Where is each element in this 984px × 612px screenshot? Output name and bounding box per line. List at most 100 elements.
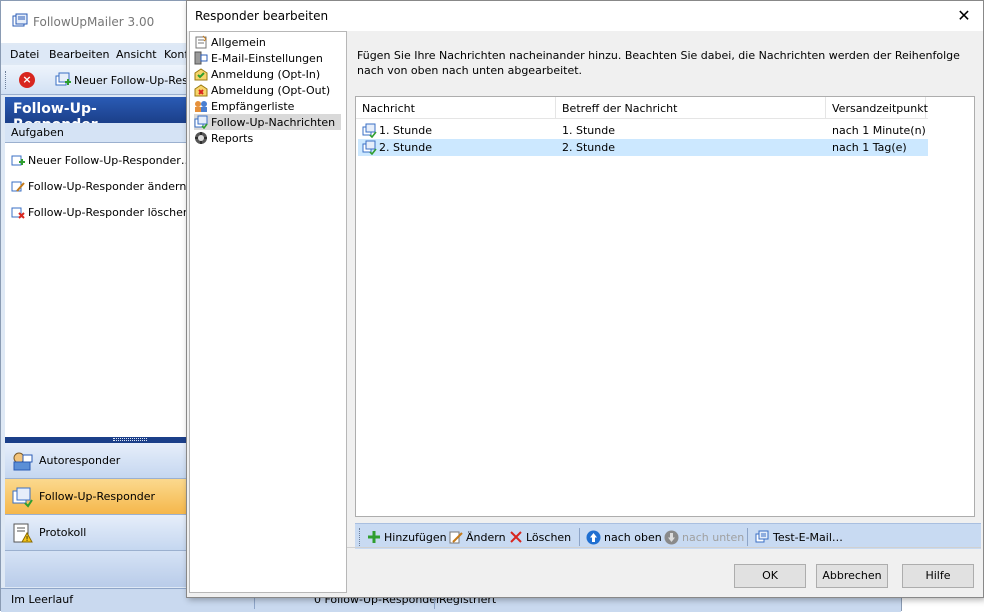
tasks-label: Aufgaben (11, 126, 64, 139)
splitter-grip (113, 438, 147, 441)
dialog-divider (347, 547, 981, 548)
row-time: nach 1 Tag(e) (832, 141, 907, 154)
task-new-label: Neuer Follow-Up-Responder… (28, 153, 192, 167)
cancel-button[interactable]: Abbrechen (816, 564, 888, 588)
tree-item-opt-out[interactable]: Abmeldung (Opt-Out) (194, 82, 336, 98)
plus-icon (368, 531, 380, 543)
row-name: 1. Stunde (379, 124, 432, 137)
nav-follow-up-label: Follow-Up-Responder (39, 490, 156, 503)
task-edit-label: Follow-Up-Responder ändern… (28, 179, 198, 193)
move-up-button[interactable]: nach oben (586, 528, 662, 546)
email-settings-icon (194, 51, 208, 65)
table-row[interactable]: 1. Stunde 1. Stunde nach 1 Minute(n) (358, 122, 928, 139)
tree-item-recipients[interactable]: Empfängerliste (194, 98, 300, 114)
new-responder-button[interactable]: Neuer Follow-Up-Respo (55, 71, 202, 89)
test-email-label: Test-E-Mail… (773, 530, 843, 544)
nav-protokoll[interactable]: ! Protokoll (5, 515, 187, 551)
dialog-title: Responder bearbeiten (195, 9, 329, 23)
protokoll-icon: ! (13, 523, 33, 543)
delete-label: Löschen (526, 530, 572, 544)
toolbar-grip (359, 528, 360, 546)
message-toolbar: Hinzufügen Ändern Löschen nach oben nach… (355, 523, 981, 549)
nav-overflow-area (5, 551, 187, 587)
ok-label: OK (762, 569, 778, 582)
menu-ansicht[interactable]: Ansicht (116, 48, 157, 61)
tree-label: Allgemein (211, 35, 266, 49)
toolbar-grip[interactable] (5, 71, 8, 89)
table-row[interactable]: 2. Stunde 2. Stunde nach 1 Tag(e) (358, 139, 928, 156)
delete-icon (510, 531, 522, 543)
nav-protokoll-label: Protokoll (39, 526, 87, 539)
task-new-responder[interactable]: Neuer Follow-Up-Responder… (11, 153, 192, 167)
dialog-buttons: OK Abbrechen Hilfe (347, 549, 981, 595)
nav-follow-up-responder[interactable]: Follow-Up-Responder (5, 479, 187, 515)
new-responder-icon (55, 72, 71, 86)
edit-message-button[interactable]: Ändern (449, 528, 506, 546)
general-settings-icon (195, 35, 207, 49)
follow-up-messages-icon (194, 115, 208, 129)
row-subject: 1. Stunde (562, 124, 615, 137)
app-icon (12, 13, 28, 27)
nav-autoresponder[interactable]: Autoresponder (5, 443, 187, 479)
settings-tree: Allgemein E-Mail-Einstellungen Anmeldung… (189, 31, 347, 593)
column-header-betreff[interactable]: Betreff der Nachricht (556, 97, 826, 119)
follow-up-responder-icon (12, 487, 33, 508)
menu-bearbeiten[interactable]: Bearbeiten (49, 48, 109, 61)
edit-document-icon (11, 181, 25, 192)
dialog-titlebar: Responder bearbeiten ✕ (187, 1, 983, 31)
test-email-button[interactable]: Test-E-Mail… (755, 528, 843, 546)
arrow-down-icon (664, 530, 679, 544)
message-icon (362, 140, 377, 155)
tree-label: Empfängerliste (211, 99, 295, 113)
edit-label: Ändern (466, 530, 506, 544)
new-document-icon (11, 155, 25, 166)
stop-icon[interactable]: × (19, 72, 35, 88)
test-email-icon (755, 530, 769, 542)
tree-item-reports[interactable]: Reports (194, 130, 259, 146)
nav-autoresponder-label: Autoresponder (39, 454, 121, 467)
ok-button[interactable]: OK (734, 564, 806, 588)
svg-text:!: ! (26, 535, 29, 543)
column-header-nachricht[interactable]: Nachricht (356, 97, 556, 119)
menu-datei[interactable]: Datei (10, 48, 39, 61)
tree-label: Reports (211, 131, 254, 145)
add-message-button[interactable]: Hinzufügen (367, 528, 447, 546)
task-delete-responder[interactable]: Follow-Up-Responder löschen (11, 205, 190, 219)
messages-list[interactable]: Nachricht Betreff der Nachricht Versandz… (355, 96, 975, 517)
task-delete-label: Follow-Up-Responder löschen (28, 205, 190, 219)
delete-message-button[interactable]: Löschen (509, 528, 571, 546)
panel-title: Follow-Up-Responder (5, 97, 186, 133)
autoresponder-icon (13, 452, 33, 470)
tasks-header[interactable]: Aufgaben (5, 123, 186, 143)
reports-icon (195, 132, 207, 144)
arrow-up-icon (586, 530, 601, 544)
content-pane: Fügen Sie Ihre Nachrichten nacheinander … (347, 31, 981, 549)
new-responder-label: Neuer Follow-Up-Respo (74, 73, 202, 87)
opt-out-icon (194, 84, 208, 97)
cancel-label: Abbrechen (822, 569, 882, 582)
tree-item-follow-up-messages[interactable]: Follow-Up-Nachrichten (194, 114, 342, 130)
menu-konfiguration[interactable]: Konf (164, 48, 188, 61)
tree-item-allgemein[interactable]: Allgemein (194, 34, 272, 50)
close-icon[interactable]: ✕ (951, 4, 977, 28)
add-label: Hinzufügen (384, 530, 447, 544)
message-icon (362, 123, 377, 138)
row-time: nach 1 Minute(n) (832, 124, 926, 137)
tree-label: Abmeldung (Opt-Out) (211, 83, 331, 97)
delete-document-icon (11, 207, 25, 219)
task-edit-responder[interactable]: Follow-Up-Responder ändern… (11, 179, 197, 193)
tree-item-email-settings[interactable]: E-Mail-Einstellungen (194, 50, 329, 66)
opt-in-icon (194, 68, 208, 81)
move-up-label: nach oben (604, 530, 662, 544)
tree-label: E-Mail-Einstellungen (211, 51, 323, 65)
pencil-icon (449, 531, 463, 544)
list-header: Nachricht Betreff der Nachricht Versandz… (356, 97, 928, 119)
column-header-versandzeitpunkt[interactable]: Versandzeitpunkt (826, 97, 928, 119)
toolbar-separator (579, 528, 580, 546)
move-down-button[interactable]: nach unten (664, 528, 744, 546)
tree-label: Anmeldung (Opt-In) (211, 67, 321, 81)
row-subject: 2. Stunde (562, 141, 615, 154)
toolbar-separator (747, 528, 748, 546)
tree-item-opt-in[interactable]: Anmeldung (Opt-In) (194, 66, 326, 82)
help-button[interactable]: Hilfe (902, 564, 974, 588)
